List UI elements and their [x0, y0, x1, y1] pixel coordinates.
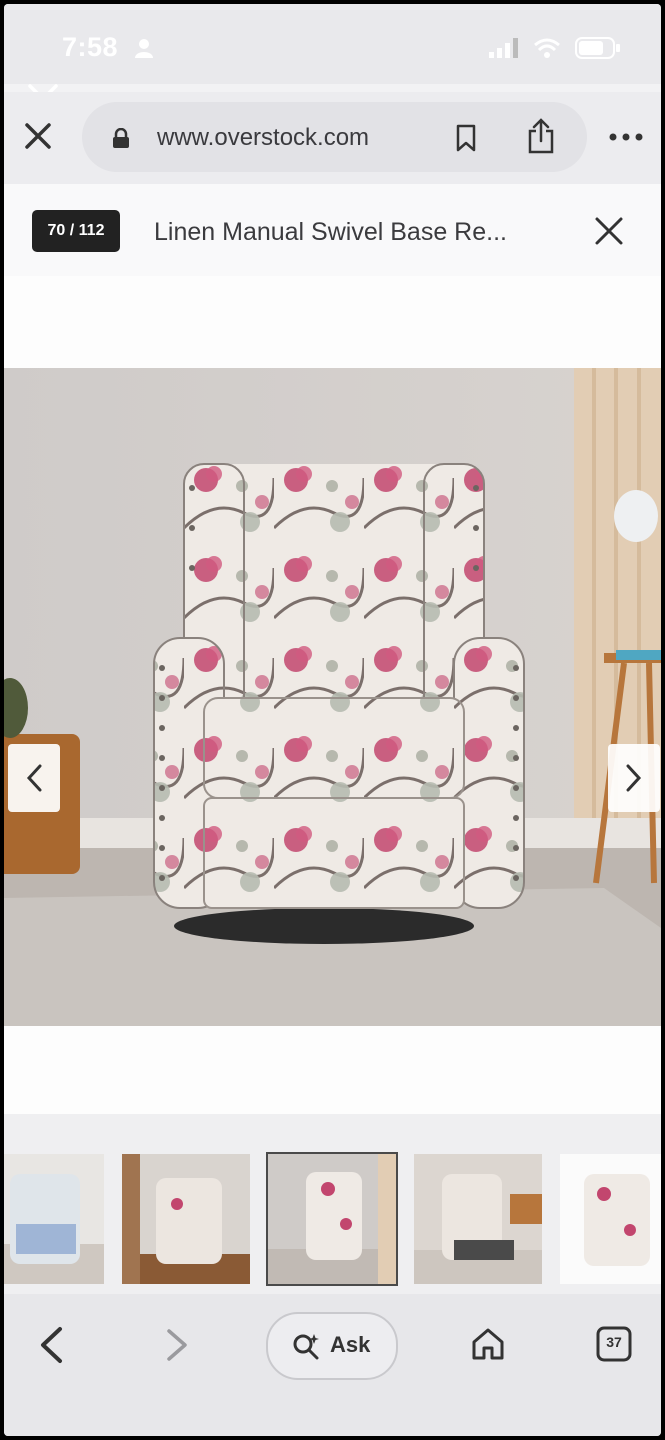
thumbnail[interactable] — [414, 1154, 542, 1284]
thumbnail-image — [122, 1154, 250, 1284]
thumbnail-image — [414, 1154, 542, 1284]
phone-screen: 7:58 www.overstock.com 70 / 112 Linen Ma… — [4, 4, 661, 1436]
browser-toolbar: www.overstock.com — [4, 92, 661, 184]
person-icon — [135, 39, 153, 58]
thumbnail-image — [4, 1154, 104, 1284]
lock-icon — [113, 128, 129, 148]
chevron-left-icon — [26, 764, 42, 792]
wifi-icon — [534, 38, 560, 58]
next-image-button[interactable] — [608, 744, 660, 812]
home-icon[interactable] — [470, 1326, 506, 1362]
status-time: 7:58 — [62, 32, 119, 62]
thumbnail[interactable] — [560, 1154, 661, 1284]
chevron-right-icon — [626, 764, 642, 792]
previous-image-button[interactable] — [8, 744, 60, 812]
ask-search-icon — [293, 1334, 319, 1360]
more-icon[interactable] — [608, 132, 644, 142]
ask-button[interactable]: Ask — [266, 1312, 398, 1380]
thumbnail-image — [560, 1154, 661, 1284]
battery-icon — [575, 37, 620, 59]
ask-label: Ask — [330, 1332, 371, 1357]
thumbnail[interactable] — [4, 1154, 104, 1284]
browser-bottom-bar: Ask 37 — [4, 1294, 661, 1436]
product-image[interactable] — [4, 368, 661, 1026]
product-title: Linen Manual Swivel Base Re... — [154, 218, 507, 246]
status-bar: 7:58 — [4, 4, 661, 84]
share-icon[interactable] — [526, 118, 556, 154]
thumbnail[interactable] — [122, 1154, 250, 1284]
close-icon[interactable] — [594, 216, 624, 246]
status-icons — [489, 36, 621, 60]
gallery-header: 70 / 112 Linen Manual Swivel Base Re... — [4, 184, 661, 277]
bookmark-icon[interactable] — [454, 124, 478, 152]
image-counter: 70 / 112 — [32, 210, 120, 252]
forward-icon[interactable] — [164, 1328, 190, 1362]
thumbnail-image — [268, 1154, 396, 1284]
spacer — [4, 276, 661, 368]
url-text[interactable]: www.overstock.com — [157, 124, 369, 152]
tabs-count: 37 — [606, 1334, 622, 1350]
signal-bars-icon — [489, 38, 518, 58]
spacer — [4, 1026, 661, 1114]
chair-photo — [4, 368, 661, 1026]
back-icon[interactable] — [36, 1326, 66, 1364]
thumbnail-strip — [4, 1114, 661, 1294]
browser-close-icon[interactable] — [24, 122, 52, 150]
thumbnail-selected[interactable] — [266, 1152, 398, 1286]
